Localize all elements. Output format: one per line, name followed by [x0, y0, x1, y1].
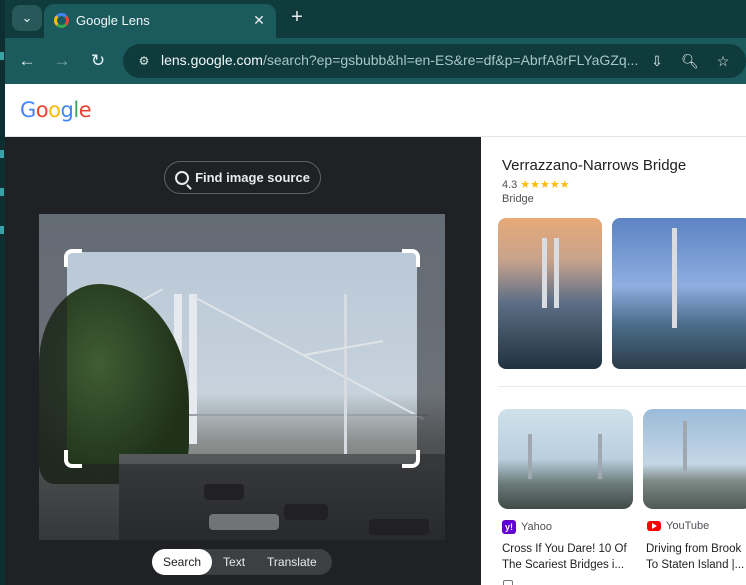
url-path: /search?ep=gsbubb&hl=en-ES&re=df&p=AbrfA…: [262, 52, 639, 68]
site-info-button[interactable]: ⚙: [131, 49, 157, 73]
source-name: Yahoo: [521, 521, 552, 533]
crop-handle[interactable]: [64, 249, 82, 267]
arrow-right-icon: →: [53, 51, 71, 70]
find-image-source-button[interactable]: Find image source: [164, 161, 321, 194]
rating: 4.3 ★★★★★: [502, 178, 570, 191]
google-header: Google: [5, 84, 746, 137]
rating-value: 4.3: [502, 179, 518, 191]
crop-handle[interactable]: [402, 450, 420, 468]
results-pane: Verrazzano-Narrows Bridge 4.3 ★★★★★ Bridg…: [481, 137, 746, 585]
knowledge-panel-title[interactable]: Verrazzano-Narrows Bridge: [502, 157, 686, 174]
window-edge-mark: [0, 150, 4, 158]
youtube-icon: [647, 521, 661, 531]
reload-button[interactable]: ↻: [86, 49, 110, 73]
image-search-icon: [175, 170, 190, 185]
chevron-down-icon: ⌄: [21, 10, 33, 25]
url-text[interactable]: lens.google.com/search?ep=gsbubb&hl=en-E…: [161, 52, 641, 68]
tab-text[interactable]: Text: [212, 549, 256, 575]
divider: [498, 386, 746, 387]
logo-letter: o: [35, 98, 49, 122]
tune-icon: ⚙: [138, 54, 150, 68]
tab-search-button[interactable]: ⌄: [12, 5, 42, 31]
new-tab-button[interactable]: +: [287, 7, 307, 28]
checkbox[interactable]: [503, 580, 513, 585]
result-title-line: Driving from Brook: [646, 543, 742, 555]
result-thumbnail[interactable]: [498, 409, 633, 509]
tab-title: Google Lens: [76, 13, 150, 28]
result-thumbnail[interactable]: [643, 409, 746, 509]
close-icon[interactable]: ✕: [250, 11, 268, 29]
find-source-label: Find image source: [195, 170, 310, 185]
tab-strip: ⌄ Google Lens ✕ +: [5, 0, 746, 38]
result-source: YouTube: [647, 520, 709, 532]
google-logo[interactable]: Google: [20, 98, 92, 122]
install-app-icon[interactable]: ⇩: [646, 50, 668, 72]
rating-stars-icon: ★★★★★: [520, 179, 570, 191]
logo-letter: e: [78, 98, 92, 122]
tab-google-lens[interactable]: Google Lens ✕: [44, 4, 276, 38]
arrow-left-icon: ←: [18, 51, 36, 70]
tab-translate[interactable]: Translate: [256, 549, 328, 575]
source-name: YouTube: [666, 520, 710, 532]
knowledge-image[interactable]: [498, 218, 602, 369]
window-edge-mark: [0, 188, 4, 196]
crop-handle[interactable]: [402, 249, 420, 267]
browser-toolbar: ← → ↻ ⚙ lens.google.com/search?ep=gsbubb…: [5, 38, 746, 84]
lens-mode-tabs: Search Text Translate: [152, 549, 332, 575]
result-title-line: The Scariest Bridges i...: [502, 559, 625, 571]
google-lens-icon: [54, 13, 69, 28]
logo-letter: o: [48, 98, 61, 122]
reload-icon: ↻: [90, 51, 106, 70]
url-host: lens.google.com: [161, 52, 263, 68]
zoom-icon[interactable]: 🔍︎: [679, 50, 701, 72]
result-title[interactable]: Cross If You Dare! 10 Of The Scariest Br…: [502, 541, 637, 573]
logo-letter: g: [60, 98, 74, 122]
crop-handle[interactable]: [64, 450, 82, 468]
tab-search[interactable]: Search: [152, 549, 213, 575]
result-title[interactable]: Driving from Brook To Staten Island |...: [646, 541, 746, 573]
back-button[interactable]: ←: [15, 49, 39, 73]
window-edge-mark: [0, 226, 4, 234]
result-title-line: Cross If You Dare! 10 Of: [502, 543, 627, 555]
page-content: Google Find image source Search Text Tra…: [5, 84, 746, 585]
address-bar[interactable]: ⚙ lens.google.com/search?ep=gsbubb&hl=en…: [123, 44, 746, 78]
window-edge-mark: [0, 52, 4, 60]
result-title-line: To Staten Island |...: [646, 559, 745, 571]
knowledge-image[interactable]: [612, 218, 746, 369]
bookmark-star-icon[interactable]: ☆: [712, 50, 734, 72]
lens-image-pane: Find image source Search Text Translate: [5, 137, 481, 585]
entity-type: Bridge: [502, 193, 534, 205]
yahoo-icon: y!: [502, 520, 516, 534]
forward-button[interactable]: →: [50, 49, 74, 73]
logo-letter: G: [20, 98, 36, 122]
crop-selection-box[interactable]: [64, 249, 420, 468]
result-source: y! Yahoo: [502, 520, 552, 534]
